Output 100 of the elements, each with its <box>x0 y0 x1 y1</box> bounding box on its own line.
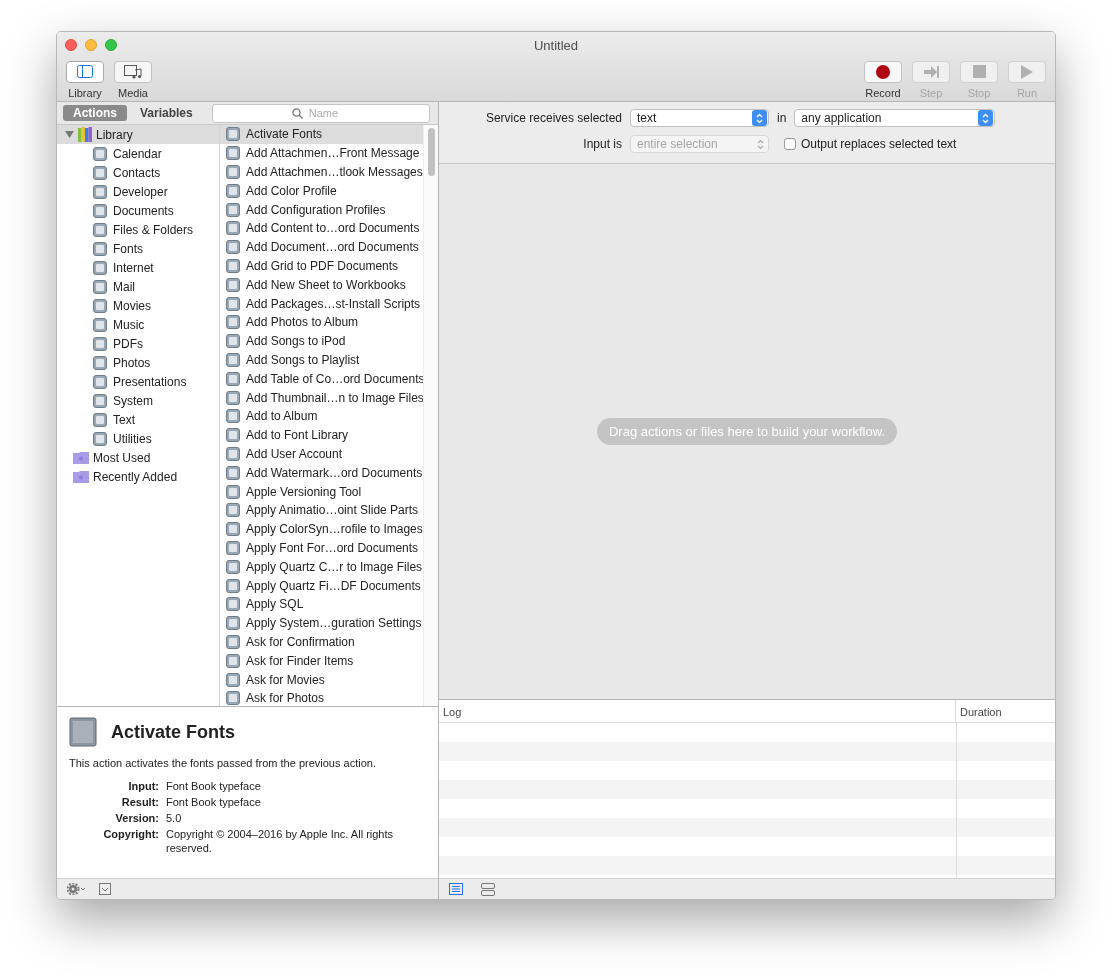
application-select[interactable]: any application <box>794 109 996 127</box>
library-item[interactable]: Internet <box>57 258 219 277</box>
library-item[interactable]: Mail <box>57 277 219 296</box>
action-item[interactable]: Apply System…guration Settings <box>220 613 423 633</box>
checkbox[interactable] <box>784 138 796 150</box>
input-type-select[interactable]: text <box>630 109 769 127</box>
action-item[interactable]: Ask for Confirmation <box>220 632 423 652</box>
library-item[interactable]: Movies <box>57 296 219 315</box>
checkbox-label: Output replaces selected text <box>801 136 957 153</box>
action-item[interactable]: Add Color Profile <box>220 181 423 201</box>
app-icon <box>93 355 107 370</box>
action-item[interactable]: Add Configuration Profiles <box>220 200 423 219</box>
action-item[interactable]: Add Document…ord Documents <box>220 237 423 257</box>
library-item[interactable]: Files & Folders <box>57 220 219 239</box>
app-icon <box>226 277 240 292</box>
library-item[interactable]: PDFs <box>57 334 219 353</box>
app-icon <box>226 127 240 142</box>
action-item[interactable]: Apply Animatio…oint Slide Parts <box>220 500 423 520</box>
library-item[interactable]: Library <box>57 125 219 144</box>
action-item[interactable]: Add Thumbnail…n to Image Files <box>220 388 423 407</box>
action-item[interactable]: Apple Versioning Tool <box>220 482 423 501</box>
input-label: Input is <box>582 136 623 153</box>
field-label: Version: <box>114 810 159 826</box>
action-item[interactable]: Apply ColorSyn…rofile to Images <box>220 519 423 539</box>
search-field[interactable]: Name <box>211 103 430 123</box>
library-item[interactable]: Contacts <box>57 163 219 182</box>
action-item[interactable]: Add to Font Library <box>220 425 423 445</box>
app-icon <box>226 258 240 273</box>
service-label: Service receives selected <box>484 110 623 127</box>
description-title: Activate Fonts <box>111 720 236 744</box>
app-icon <box>93 431 107 446</box>
action-item[interactable]: Add to Album <box>220 406 423 426</box>
field-label: Copyright: <box>102 826 159 842</box>
app-icon <box>93 203 107 218</box>
action-item[interactable]: Add Photos to Album <box>220 312 423 332</box>
app-icon <box>226 315 240 330</box>
app-icon <box>226 465 240 480</box>
gear-icon[interactable] <box>67 883 87 895</box>
action-item[interactable]: Apply Font For…ord Documents <box>220 538 423 558</box>
app-icon <box>93 412 107 427</box>
action-item[interactable]: Ask for Movies <box>220 670 423 689</box>
action-item[interactable]: Activate Fonts <box>220 125 423 144</box>
search-icon <box>291 107 303 119</box>
collapse-icon[interactable] <box>99 883 111 895</box>
app-icon <box>226 446 240 461</box>
split-view-icon[interactable] <box>481 882 495 896</box>
action-item[interactable]: Apply Quartz Fi…DF Documents <box>220 576 423 595</box>
library-item[interactable]: Fonts <box>57 239 219 258</box>
action-item[interactable]: Ask for Photos <box>220 688 423 706</box>
library-item[interactable]: Most Used <box>57 448 219 467</box>
library-item[interactable]: Presentations <box>57 372 219 391</box>
column-header[interactable]: Log <box>439 700 956 722</box>
app-icon <box>226 352 240 367</box>
action-item[interactable]: Add Attachmen…Front Message <box>220 143 423 163</box>
library-item[interactable]: Calendar <box>57 144 219 163</box>
action-item[interactable]: Add Songs to Playlist <box>220 350 423 370</box>
field-value: Copyright © 2004–2016 by Apple Inc. All rights reserved. <box>166 826 395 855</box>
app-icon <box>226 334 240 349</box>
close-button[interactable] <box>65 39 77 51</box>
app-icon <box>93 222 107 237</box>
action-item[interactable]: Add Content to…ord Documents <box>220 219 423 238</box>
action-item[interactable]: Add Packages…st-Install Scripts <box>220 294 423 313</box>
library-item[interactable]: Utilities <box>57 429 219 448</box>
app-icon <box>93 374 107 389</box>
field-value: Font Book typeface <box>166 794 262 810</box>
library-item[interactable]: Developer <box>57 182 219 201</box>
minimize-button[interactable] <box>85 39 97 51</box>
column-header[interactable]: Duration <box>956 700 1055 722</box>
disclosure-icon[interactable] <box>65 130 74 139</box>
app-icon <box>226 522 240 537</box>
action-item[interactable]: Add Watermark…ord Documents <box>220 463 423 483</box>
library-item[interactable]: Text <box>57 410 219 429</box>
action-item[interactable]: Ask for Finder Items <box>220 651 423 671</box>
zoom-button[interactable] <box>105 39 117 51</box>
app-icon <box>226 428 240 443</box>
action-item[interactable]: Add Attachmen…tlook Messages <box>220 162 423 182</box>
library-item[interactable]: Documents <box>57 201 219 220</box>
app-icon <box>226 240 240 255</box>
list-view-icon[interactable] <box>449 883 463 895</box>
stop-icon <box>972 65 986 78</box>
action-item[interactable]: Add Grid to PDF Documents <box>220 256 423 276</box>
app-icon <box>226 390 240 405</box>
library-item[interactable]: Recently Added <box>57 467 219 486</box>
library-item[interactable]: System <box>57 391 219 410</box>
library-item[interactable]: Photos <box>57 353 219 372</box>
action-item[interactable]: Add New Sheet to Workbooks <box>220 275 423 295</box>
field-value: 5.0 <box>166 810 183 826</box>
action-item[interactable]: Apply SQL <box>220 594 423 614</box>
app-icon <box>93 260 107 275</box>
action-item[interactable]: Apply Quartz C…r to Image Files <box>220 557 423 577</box>
scrollbar[interactable] <box>423 125 438 706</box>
action-item[interactable]: Add User Account <box>220 444 423 464</box>
library-item[interactable]: Music <box>57 315 219 334</box>
app-icon <box>226 202 240 217</box>
app-icon <box>226 597 240 612</box>
step-icon <box>923 64 939 79</box>
stepper-icon <box>978 110 994 126</box>
tab[interactable]: Variables <box>130 105 203 121</box>
field-label: Input: <box>127 778 159 794</box>
action-item[interactable]: Add Songs to iPod <box>220 331 423 351</box>
